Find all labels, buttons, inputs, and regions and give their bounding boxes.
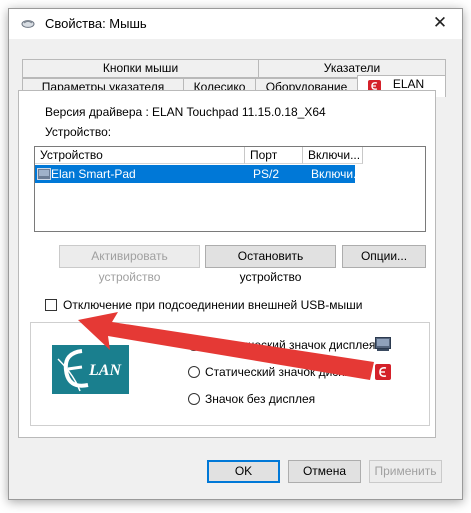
- apply-button[interactable]: Применить: [369, 460, 442, 483]
- radio-static-label: Статический значок дисплея: [205, 365, 365, 379]
- ok-button[interactable]: OK: [207, 460, 280, 483]
- options-button[interactable]: Опции...: [342, 245, 426, 268]
- touchpad-device-icon: [37, 168, 51, 180]
- column-header-port[interactable]: Порт: [245, 147, 303, 164]
- mouse-icon: [21, 20, 35, 28]
- radio-dynamic-label: Динамический значок дисплея: [205, 338, 376, 352]
- device-port-cell: PS/2: [253, 167, 280, 181]
- device-enabled-cell: Включи...: [311, 167, 364, 181]
- column-header-device[interactable]: Устройство: [35, 147, 245, 164]
- driver-version-label: Версия драйвера :: [45, 105, 149, 119]
- cancel-button[interactable]: Отмена: [288, 460, 361, 483]
- device-name-cell: Elan Smart-Pad: [51, 167, 136, 181]
- tab-mouse-buttons[interactable]: Кнопки мыши: [22, 59, 259, 78]
- elan-red-icon: [375, 364, 391, 380]
- device-label: Устройство:: [45, 125, 112, 139]
- device-list[interactable]: Устройство Порт Включи... Elan Smart-Pad…: [34, 146, 426, 232]
- radio-dynamic-icon[interactable]: [188, 339, 200, 351]
- touchpad-icon: [375, 337, 391, 351]
- column-header-enabled[interactable]: Включи...: [303, 147, 363, 164]
- elan-logo: LAN: [52, 345, 129, 394]
- title-bar: Свойства: Мышь ✕: [9, 9, 462, 39]
- stop-device-button[interactable]: Остановить устройство: [205, 245, 336, 284]
- elan-logo-text: LAN: [89, 362, 121, 379]
- driver-version-value: ELAN Touchpad 11.15.0.18_X64: [152, 105, 326, 119]
- radio-no-icon-label: Значок без дисплея: [205, 392, 316, 406]
- usb-disable-checkbox[interactable]: [45, 299, 57, 311]
- usb-disable-label: Отключение при подсоединении внешней USB…: [63, 298, 363, 312]
- table-row[interactable]: Elan Smart-Pad PS/2 Включи...: [35, 165, 363, 183]
- radio-no-icon[interactable]: [188, 393, 200, 405]
- close-icon[interactable]: ✕: [428, 13, 452, 33]
- tab-elan-label: ELAN: [392, 77, 425, 91]
- activate-device-button[interactable]: Активировать устройство: [59, 245, 200, 284]
- window-title: Свойства: Мышь: [45, 16, 147, 31]
- radio-static-icon[interactable]: [188, 366, 200, 378]
